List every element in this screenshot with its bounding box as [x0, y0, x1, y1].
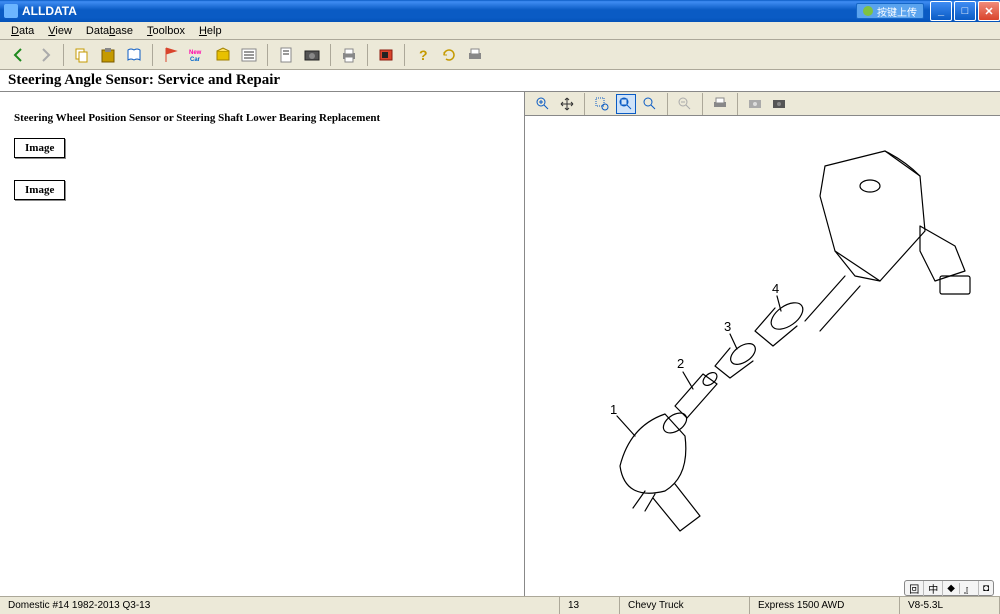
status-sequence: 13 — [560, 597, 620, 614]
print-icon[interactable] — [338, 44, 360, 66]
article-heading: Steering Wheel Position Sensor or Steeri… — [14, 112, 510, 124]
refresh-icon[interactable] — [438, 44, 460, 66]
diagram-label-2: 2 — [677, 356, 684, 371]
minimize-button[interactable]: _ — [930, 1, 952, 21]
menu-help[interactable]: Help — [192, 24, 229, 38]
diagram-canvas[interactable]: 1 2 3 4 — [525, 116, 1000, 596]
page-title: Steering Angle Sensor: Service and Repai… — [0, 70, 1000, 92]
menu-toolbox[interactable]: Toolbox — [140, 24, 192, 38]
zoom-out-icon[interactable] — [675, 94, 695, 114]
image-link-2[interactable]: Image — [14, 180, 65, 200]
article-panel: Steering Wheel Position Sensor or Steeri… — [0, 92, 525, 596]
print2-icon[interactable] — [464, 44, 486, 66]
image-link-1[interactable]: Image — [14, 138, 65, 158]
window-title: ALLDATA — [22, 4, 856, 18]
zoom-actual-icon[interactable] — [640, 94, 660, 114]
snapshot-icon[interactable] — [745, 94, 765, 114]
main-toolbar: NewCar ? — [0, 40, 1000, 70]
ime-indicator[interactable]: 回中◆』◘ — [904, 580, 994, 596]
book-icon[interactable] — [123, 44, 145, 66]
svg-text:?: ? — [419, 47, 428, 63]
tv-icon[interactable] — [375, 44, 397, 66]
menu-database[interactable]: Database — [79, 24, 140, 38]
maximize-button[interactable]: □ — [954, 1, 976, 21]
list-icon[interactable] — [238, 44, 260, 66]
svg-text:New: New — [189, 50, 202, 56]
diagram-label-3: 3 — [724, 319, 731, 334]
pan-icon[interactable] — [557, 94, 577, 114]
image-panel: 1 2 3 4 — [525, 92, 1000, 596]
status-engine: V8-5.3L — [900, 597, 1000, 614]
status-make: Chevy Truck — [620, 597, 750, 614]
zoom-fit-icon[interactable] — [616, 94, 636, 114]
svg-text:Car: Car — [190, 57, 201, 63]
app-icon — [4, 4, 18, 18]
paste-icon[interactable] — [97, 44, 119, 66]
forward-icon[interactable] — [34, 44, 56, 66]
status-bar: Domestic #14 1982-2013 Q3-13 13 Chevy Tr… — [0, 596, 1000, 614]
flag-icon[interactable] — [160, 44, 182, 66]
menu-view[interactable]: View — [41, 24, 79, 38]
status-model: Express 1500 AWD — [750, 597, 900, 614]
content-area: Steering Wheel Position Sensor or Steeri… — [0, 92, 1000, 596]
menu-data[interactable]: Data — [4, 24, 41, 38]
menu-bar: Data View Database Toolbox Help — [0, 22, 1000, 40]
upload-button[interactable]: 按键上传 — [856, 3, 924, 19]
zoom-area-icon[interactable] — [592, 94, 612, 114]
close-button[interactable]: ✕ — [978, 1, 1000, 21]
snapshot2-icon[interactable] — [769, 94, 789, 114]
print-image-icon[interactable] — [710, 94, 730, 114]
status-dataset: Domestic #14 1982-2013 Q3-13 — [0, 597, 560, 614]
image-toolbar — [525, 92, 1000, 116]
diagram-label-1: 1 — [610, 402, 617, 417]
zoom-in-icon[interactable] — [533, 94, 553, 114]
window-titlebar: ALLDATA 按键上传 _ □ ✕ — [0, 0, 1000, 22]
newcar-icon[interactable]: NewCar — [186, 44, 208, 66]
camera-icon[interactable] — [301, 44, 323, 66]
copy-icon[interactable] — [71, 44, 93, 66]
document-icon[interactable] — [275, 44, 297, 66]
help-icon[interactable]: ? — [412, 44, 434, 66]
back-icon[interactable] — [8, 44, 30, 66]
diagram-label-4: 4 — [772, 281, 779, 296]
box-icon[interactable] — [212, 44, 234, 66]
